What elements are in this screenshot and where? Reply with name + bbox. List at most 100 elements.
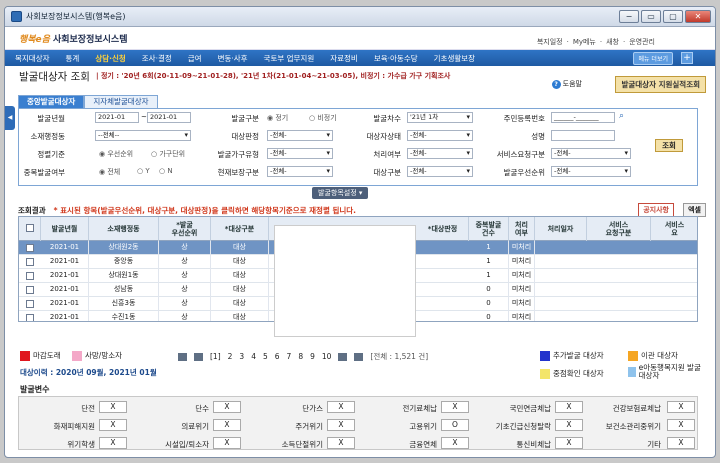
logo-text: 사회보장정보시스템: [52, 34, 128, 45]
col-priority[interactable]: *발굴 우선순위: [159, 217, 211, 241]
prev-page-button[interactable]: [194, 352, 203, 361]
col-processed-date[interactable]: 처리일자: [535, 217, 587, 241]
month-to-input[interactable]: 2021-01: [147, 112, 191, 123]
cell-month: 2021-01: [41, 311, 89, 321]
nav-item-basic[interactable]: 기초생활보장: [434, 53, 475, 64]
status-select[interactable]: -전체-: [407, 130, 473, 141]
help-link[interactable]: ? 도움말: [551, 79, 582, 89]
var-value: X: [441, 401, 469, 413]
nav-item-benefit[interactable]: 급여: [188, 53, 202, 64]
var-value: X: [327, 419, 355, 431]
cell-dup-count: 0: [469, 297, 509, 311]
page-5[interactable]: 5: [263, 352, 268, 361]
search-button[interactable]: 조회: [655, 139, 683, 152]
row-checkbox[interactable]: [26, 300, 34, 308]
util-admin-link[interactable]: 운영관리: [629, 38, 655, 46]
page-1[interactable]: [1]: [210, 352, 221, 361]
var-label: 단전: [81, 404, 95, 413]
label-duplicate: 중복발굴여부: [23, 168, 65, 177]
page-9[interactable]: 9: [310, 352, 315, 361]
var-label: 단수: [195, 404, 209, 413]
col-judge[interactable]: *대상판정: [417, 217, 469, 241]
processed-select[interactable]: -전체-: [407, 148, 473, 159]
col-processed[interactable]: 처리 여부: [509, 217, 535, 241]
nav-item-change[interactable]: 변동·사후: [218, 53, 248, 64]
household-type-select[interactable]: -전체-: [267, 148, 333, 159]
page-4[interactable]: 4: [251, 352, 256, 361]
col-service-extra[interactable]: 서비스 요: [651, 217, 697, 241]
radio-regular[interactable]: ◉ 정기: [267, 113, 288, 123]
nav-item-stats[interactable]: 통계: [66, 53, 80, 64]
col-service-request[interactable]: 서비스 요청구분: [587, 217, 651, 241]
row-checkbox[interactable]: [26, 272, 34, 280]
tab-local[interactable]: 지자체발굴대상자: [84, 95, 158, 108]
nav-item-survey[interactable]: 조사·결정: [142, 53, 172, 64]
nav-item-consult[interactable]: 상담·신청: [95, 53, 125, 64]
page-2[interactable]: 2: [228, 352, 233, 361]
rrn-input[interactable]: ______-_______: [551, 112, 615, 123]
first-page-button[interactable]: [178, 352, 187, 361]
minimize-button[interactable]: −: [619, 10, 639, 23]
nav-item-molit[interactable]: 국토부 업무지원: [264, 53, 315, 64]
select-all-checkbox[interactable]: [26, 224, 34, 232]
restore-button[interactable]: ▭: [641, 10, 661, 23]
month-from-input[interactable]: 2021-01: [95, 112, 139, 123]
radio-dup-n[interactable]: ○ N: [159, 167, 173, 175]
util-newwindow-link[interactable]: 새창: [606, 38, 619, 46]
row-checkbox[interactable]: [26, 286, 34, 294]
page-6[interactable]: 6: [275, 352, 280, 361]
next-page-button[interactable]: [338, 352, 348, 361]
judge-select[interactable]: -전체-: [267, 130, 333, 141]
month-range-dash: ~: [141, 113, 147, 121]
col-dong[interactable]: 소재행정동: [89, 217, 159, 241]
cell-processed: 미처리: [509, 269, 535, 283]
page-10[interactable]: 10: [322, 352, 332, 361]
label-priority: 발굴우선순위: [503, 168, 545, 177]
more-menu-button[interactable]: 메뉴 더보기: [633, 52, 673, 65]
util-schedule-link[interactable]: 복지일정: [537, 38, 563, 46]
util-mymenu-link[interactable]: My메뉴: [573, 38, 596, 46]
priority-select[interactable]: -전체-: [551, 166, 631, 177]
header-select-all[interactable]: [19, 217, 41, 241]
col-target[interactable]: *대상구분: [211, 217, 269, 241]
var-label: 소득단절위기: [281, 440, 323, 449]
radio-priority[interactable]: ◉ 우선순위: [99, 149, 133, 159]
name-input[interactable]: [551, 130, 615, 141]
var-label: 의료위기: [181, 422, 209, 431]
radio-household[interactable]: ○ 가구단위: [151, 149, 185, 159]
last-page-button[interactable]: [354, 352, 364, 361]
radio-dup-y[interactable]: ○ Y: [137, 167, 150, 175]
var-value: X: [667, 419, 695, 431]
legend-additional: 추가발굴 대상자: [540, 350, 604, 361]
radio-dup-all[interactable]: ◉ 전체: [99, 167, 120, 177]
page-8[interactable]: 8: [298, 352, 303, 361]
item-settings-button[interactable]: 발굴항목설정 ▾: [312, 187, 369, 199]
nav-item-data[interactable]: 자료정비: [330, 53, 358, 64]
col-dup-count[interactable]: 중복발굴 건수: [469, 217, 509, 241]
var-value: X: [555, 419, 583, 431]
support-performance-button[interactable]: 발굴대상자 지원실적조회: [615, 76, 706, 93]
row-checkbox[interactable]: [26, 258, 34, 266]
radio-irregular[interactable]: ○ 비정기: [309, 113, 337, 123]
row-checkbox[interactable]: [26, 314, 34, 321]
excel-button[interactable]: 엑셀: [683, 203, 706, 217]
add-menu-button[interactable]: +: [681, 52, 693, 64]
var-value: X: [555, 401, 583, 413]
col-month[interactable]: 발굴년월: [41, 217, 89, 241]
page-7[interactable]: 7: [287, 352, 292, 361]
var-label: 고용위기: [409, 422, 437, 431]
nav-item-welfare[interactable]: 복지대상자: [15, 53, 50, 64]
service-request-select[interactable]: -전체-: [551, 148, 631, 159]
maximize-button[interactable]: ▢: [663, 10, 683, 23]
current-coverage-select[interactable]: -전체-: [267, 166, 333, 177]
row-checkbox[interactable]: [26, 244, 34, 252]
dong-select[interactable]: --전체--: [95, 130, 191, 141]
search-icon[interactable]: ⌕: [619, 111, 624, 121]
page-3[interactable]: 3: [239, 352, 244, 361]
nav-item-childcare[interactable]: 보육·아동수당: [374, 53, 418, 64]
close-button[interactable]: ✕: [685, 10, 711, 23]
notice-button[interactable]: 공지사항: [638, 203, 674, 217]
target-type-select[interactable]: -전체-: [407, 166, 473, 177]
round-select[interactable]: '21년 1차: [407, 112, 473, 123]
tab-central[interactable]: 중앙발굴대상자: [18, 95, 85, 108]
